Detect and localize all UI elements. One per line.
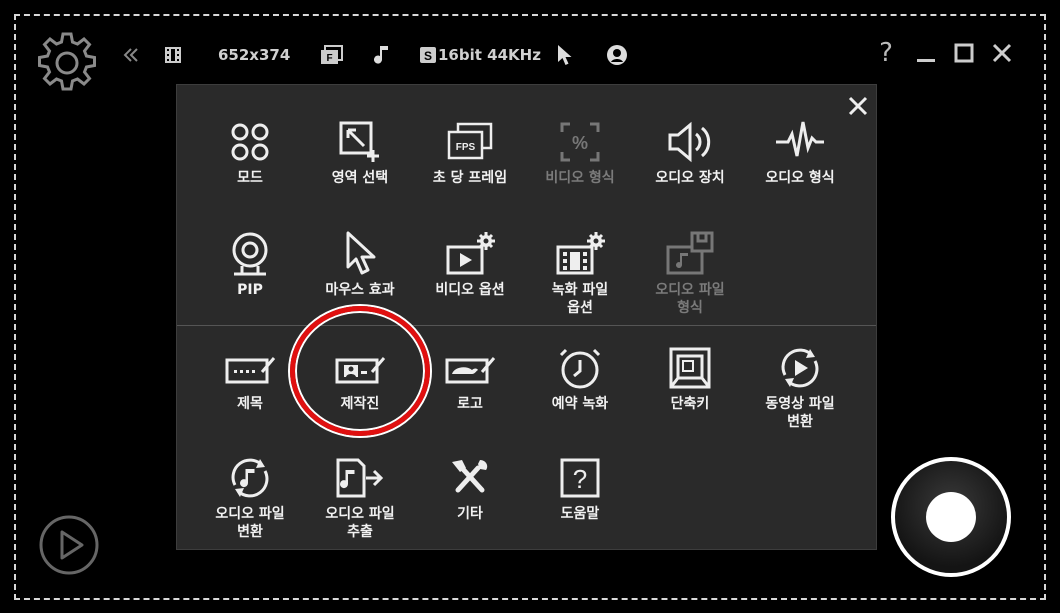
close-icon [992,43,1012,63]
menu-item-logo[interactable]: 로고 [415,341,525,413]
svg-text:F: F [326,53,332,64]
menu-item-fps[interactable]: FPS 초 당 프레임 [415,115,525,187]
audio-extract-icon [305,451,415,505]
help-button[interactable]: ? [872,38,900,68]
menu-item-label: 모드 [237,170,263,186]
menu-item-label: 비디오 옵션 [435,282,505,298]
menu-item-label: PIP [237,282,263,298]
title-icon [195,341,305,395]
menu-item-hotkey[interactable]: 단축키 [635,341,745,413]
logo-icon [415,341,525,395]
record-dot-icon [926,492,976,542]
cursor-icon [305,227,415,281]
menu-item-video-options[interactable]: 비디오 옵션 [415,227,525,299]
hotkey-icon [635,341,745,395]
fps-icon: FPS [415,115,525,169]
menu-item-label: 단축키 [670,396,710,412]
menu-item-mode[interactable]: 모드 [195,115,305,187]
menu-item-help[interactable]: ? 도움말 [525,451,635,523]
webcam-icon [195,227,305,281]
maximize-button[interactable] [950,38,978,68]
menu-item-label: 영역 선택 [331,170,389,186]
menu-item-label: 제목 [237,396,263,412]
menu-item-label: 마우스 효과 [325,282,395,298]
svg-text:FPS: FPS [456,142,476,153]
menu-item-label: 오디오 파일 변환 [215,506,285,540]
menu-item-video-convert[interactable]: 동영상 파일 변환 [745,341,855,431]
panel-close-icon[interactable] [847,95,869,117]
audio-format-toolbar[interactable]: S 16bit 44KHz [420,40,541,70]
menu-item-audio-format[interactable]: 오디오 형식 [745,115,855,187]
help-icon: ? [525,451,635,505]
svg-text:S: S [424,49,432,63]
menu-item-mouse-effect[interactable]: 마우스 효과 [305,227,415,299]
svg-text:%: % [572,133,588,153]
menu-item-label: 로고 [457,396,483,412]
video-format-icon: % [525,115,635,169]
waveform-icon [745,115,855,169]
audio-file-format-icon [635,227,745,281]
menu-item-label: 예약 녹화 [551,396,609,412]
record-file-options-icon [525,227,635,281]
highlight-circle [290,306,430,436]
close-button[interactable] [988,38,1016,68]
play-icon [39,515,99,575]
menu-item-label: 오디오 장치 [655,170,725,186]
record-button[interactable] [891,457,1011,577]
menu-item-etc[interactable]: 기타 [415,451,525,523]
menu-item-label: 오디오 파일 추출 [325,506,395,540]
area-select-icon [305,115,415,169]
webcam-toolbar-icon[interactable] [605,40,629,70]
tools-icon [415,451,525,505]
menu-item-title[interactable]: 제목 [195,341,305,413]
speaker-icon [635,115,745,169]
menu-item-area-select[interactable]: 영역 선택 [305,115,415,187]
minimize-icon [917,59,935,62]
section-divider [177,325,876,326]
menu-item-record-file-options[interactable]: 녹화 파일 옵션 [525,227,635,317]
menu-item-audio-extract[interactable]: 오디오 파일 추출 [305,451,415,541]
menu-item-label: 오디오 파일 형식 [655,282,725,316]
menu-item-audio-convert[interactable]: 오디오 파일 변환 [195,451,305,541]
menu-item-label: 기타 [457,506,483,522]
settings-gear-icon[interactable] [34,30,100,96]
menu-item-label: 녹화 파일 옵션 [551,282,609,316]
collapse-chevron-icon[interactable] [122,40,140,70]
audio-badge-icon: S [420,47,436,63]
audio-convert-icon [195,451,305,505]
music-note-icon[interactable] [374,40,394,70]
menu-item-label: 초 당 프레임 [432,170,508,186]
play-button[interactable] [38,514,100,576]
clock-icon [525,341,635,395]
menu-item-pip[interactable]: PIP [195,227,305,299]
minimize-button[interactable] [912,38,940,68]
help-label: ? [879,38,893,68]
svg-text:?: ? [573,464,587,494]
cursor-toolbar-icon[interactable] [555,40,573,70]
fps-toolbar-icon[interactable]: F [320,40,344,70]
menu-item-label: 오디오 형식 [765,170,835,186]
video-options-icon [415,227,525,281]
menu-item-label: 비디오 형식 [545,170,615,186]
maximize-icon [954,43,974,63]
menu-item-video-format: % 비디오 형식 [525,115,635,187]
resolution-value[interactable]: 652x374 [218,40,290,70]
menu-item-label: 도움말 [560,506,600,522]
mode-icon [195,115,305,169]
menu-item-label: 동영상 파일 변환 [765,396,835,430]
settings-menu-panel: 모드 영역 선택 FPS 초 당 프레임 % 비디오 형식 오디오 장치 오디오… [176,84,877,550]
video-convert-icon [745,341,855,395]
menu-item-scheduled-recording[interactable]: 예약 녹화 [525,341,635,413]
menu-item-audio-file-format: 오디오 파일 형식 [635,227,745,317]
audio-format-value: 16bit 44KHz [438,46,541,64]
film-icon[interactable] [163,40,183,70]
menu-item-audio-device[interactable]: 오디오 장치 [635,115,745,187]
